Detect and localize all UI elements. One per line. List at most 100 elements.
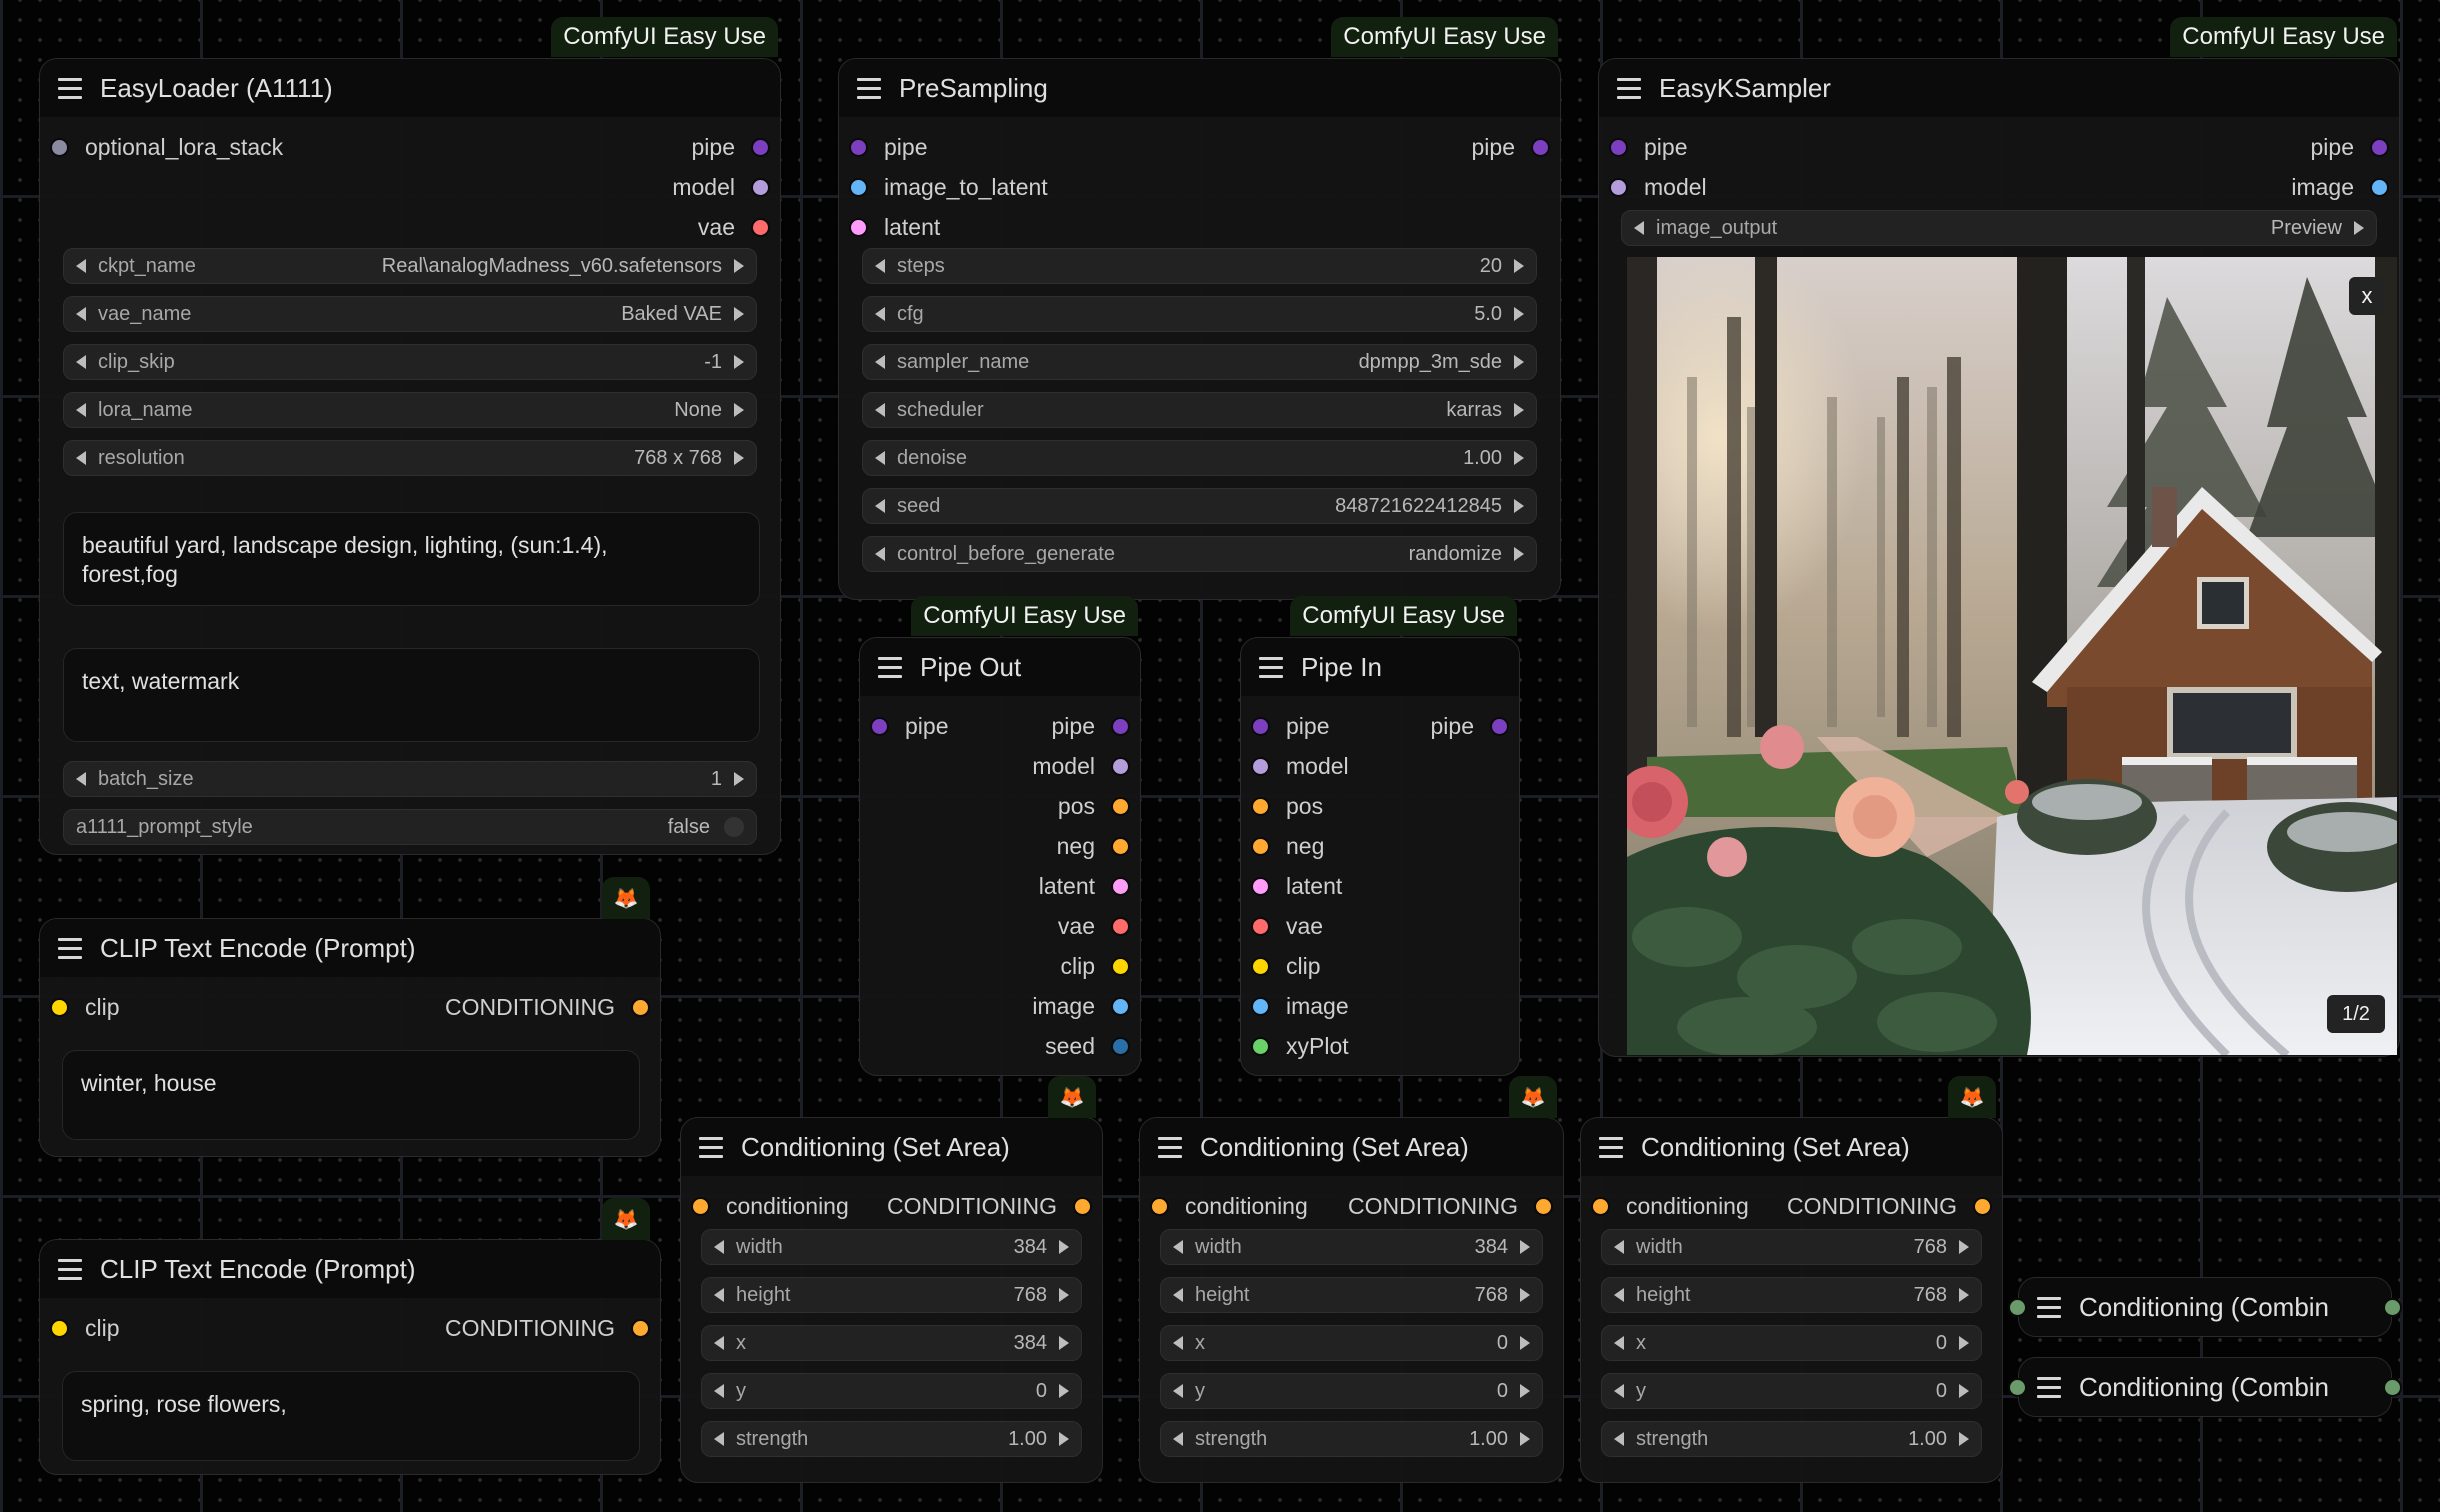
slot-dot-icon[interactable] <box>1253 718 1268 734</box>
pipe-in-node[interactable]: ComfyUI Easy Use Pipe In pipe model pos neg… <box>1240 596 1520 1076</box>
input-slot-optional-lora-stack[interactable]: optional_lora_stack <box>52 127 283 167</box>
increment-arrow-icon[interactable] <box>1514 307 1524 321</box>
input-slot-latent[interactable]: latent <box>1253 866 1342 906</box>
input-slot-xyplot[interactable]: xyPlot <box>1253 1026 1349 1066</box>
widget-lora-name[interactable]: lora_name None <box>63 392 757 428</box>
slot-dot-icon[interactable] <box>52 999 67 1015</box>
increment-arrow-icon[interactable] <box>1514 547 1524 561</box>
output-slot-seed[interactable]: seed <box>1045 1026 1128 1066</box>
increment-arrow-icon[interactable] <box>1959 1432 1969 1446</box>
input-slot-conditioning[interactable]: conditioning <box>693 1186 849 1226</box>
clip-text-encode-node[interactable]: 🦊 CLIP Text Encode (Prompt) clip CONDITI… <box>39 1198 661 1475</box>
input-slot-pos[interactable]: pos <box>1253 786 1323 826</box>
menu-icon[interactable] <box>58 937 82 959</box>
conditioning-combine-node[interactable]: Conditioning (Combin <box>2010 1357 2400 1417</box>
slot-dot-icon[interactable] <box>1492 718 1507 734</box>
widget-height[interactable]: height 768 <box>701 1277 1082 1313</box>
slot-dot-icon[interactable] <box>1253 1038 1268 1054</box>
increment-arrow-icon[interactable] <box>1514 259 1524 273</box>
increment-arrow-icon[interactable] <box>734 307 744 321</box>
decrement-arrow-icon[interactable] <box>1173 1432 1183 1446</box>
decrement-arrow-icon[interactable] <box>875 451 885 465</box>
decrement-arrow-icon[interactable] <box>1614 1336 1624 1350</box>
menu-icon[interactable] <box>699 1136 723 1158</box>
widget-scheduler[interactable]: scheduler karras <box>862 392 1537 428</box>
widget-strength[interactable]: strength 1.00 <box>1160 1421 1543 1457</box>
input-slot-clip[interactable]: clip <box>52 987 120 1027</box>
slot-dot-icon[interactable] <box>1113 758 1128 774</box>
decrement-arrow-icon[interactable] <box>76 259 86 273</box>
decrement-arrow-icon[interactable] <box>76 307 86 321</box>
increment-arrow-icon[interactable] <box>1059 1432 1069 1446</box>
decrement-arrow-icon[interactable] <box>714 1384 724 1398</box>
output-slot-conditioning[interactable]: CONDITIONING <box>445 1308 648 1348</box>
slot-dot-icon[interactable] <box>1253 798 1268 814</box>
node-header[interactable]: Conditioning (Combin <box>2019 1278 2391 1336</box>
input-slot-dot-icon[interactable] <box>2010 1380 2025 1395</box>
slot-dot-icon[interactable] <box>851 179 866 195</box>
conditioning-set-area-node[interactable]: 🦊 Conditioning (Set Area) conditioning COND… <box>1139 1076 1564 1483</box>
output-slot-neg[interactable]: neg <box>1057 826 1128 866</box>
input-slot-model[interactable]: model <box>1253 746 1349 786</box>
widget-width[interactable]: width 768 <box>1601 1229 1982 1265</box>
widget-height[interactable]: height 768 <box>1601 1277 1982 1313</box>
slot-dot-icon[interactable] <box>633 1320 648 1336</box>
pipe-out-node[interactable]: ComfyUI Easy Use Pipe Out pipe pipe model… <box>859 596 1141 1076</box>
output-slot-pipe[interactable]: pipe <box>1472 127 1548 167</box>
increment-arrow-icon[interactable] <box>1514 451 1524 465</box>
slot-dot-icon[interactable] <box>1152 1198 1167 1214</box>
slot-dot-icon[interactable] <box>1253 918 1268 934</box>
widget-resolution[interactable]: resolution 768 x 768 <box>63 440 757 476</box>
increment-arrow-icon[interactable] <box>1059 1384 1069 1398</box>
slot-dot-icon[interactable] <box>753 139 768 155</box>
conditioning-combine-node[interactable]: Conditioning (Combin <box>2010 1277 2400 1337</box>
output-slot-conditioning[interactable]: CONDITIONING <box>445 987 648 1027</box>
slot-dot-icon[interactable] <box>1253 838 1268 854</box>
decrement-arrow-icon[interactable] <box>875 403 885 417</box>
slot-dot-icon[interactable] <box>1113 998 1128 1014</box>
node-header[interactable]: CLIP Text Encode (Prompt) <box>40 1240 660 1298</box>
decrement-arrow-icon[interactable] <box>714 1432 724 1446</box>
slot-dot-icon[interactable] <box>1253 758 1268 774</box>
node-header[interactable]: Pipe In <box>1241 638 1519 696</box>
output-slot-conditioning[interactable]: CONDITIONING <box>1348 1186 1551 1226</box>
decrement-arrow-icon[interactable] <box>1614 1288 1624 1302</box>
slot-dot-icon[interactable] <box>52 1320 67 1336</box>
slot-dot-icon[interactable] <box>1113 958 1128 974</box>
input-slot-clip[interactable]: clip <box>52 1308 120 1348</box>
input-slot-conditioning[interactable]: conditioning <box>1593 1186 1749 1226</box>
output-slot-pipe[interactable]: pipe <box>692 127 768 167</box>
decrement-arrow-icon[interactable] <box>1173 1336 1183 1350</box>
node-header[interactable]: Pipe Out <box>860 638 1140 696</box>
decrement-arrow-icon[interactable] <box>875 547 885 561</box>
slot-dot-icon[interactable] <box>1975 1198 1990 1214</box>
slot-dot-icon[interactable] <box>1253 878 1268 894</box>
slot-dot-icon[interactable] <box>1113 1038 1128 1054</box>
easyksampler-node[interactable]: ComfyUI Easy Use EasyKSampler pipe model… <box>1598 17 2400 1057</box>
decrement-arrow-icon[interactable] <box>76 403 86 417</box>
input-slot-pipe[interactable]: pipe <box>1611 127 1687 167</box>
increment-arrow-icon[interactable] <box>1520 1384 1530 1398</box>
increment-arrow-icon[interactable] <box>734 259 744 273</box>
increment-arrow-icon[interactable] <box>1059 1288 1069 1302</box>
increment-arrow-icon[interactable] <box>734 772 744 786</box>
decrement-arrow-icon[interactable] <box>76 355 86 369</box>
increment-arrow-icon[interactable] <box>1514 403 1524 417</box>
widget-image-output[interactable]: image_output Preview <box>1621 210 2377 246</box>
input-slot-neg[interactable]: neg <box>1253 826 1324 866</box>
conditioning-set-area-node[interactable]: 🦊 Conditioning (Set Area) conditioning COND… <box>1580 1076 2003 1483</box>
input-slot-latent[interactable]: latent <box>851 207 940 247</box>
input-slot-model[interactable]: model <box>1611 167 1707 207</box>
widget-y[interactable]: y0 <box>1160 1373 1543 1409</box>
input-slot-vae[interactable]: vae <box>1253 906 1323 946</box>
decrement-arrow-icon[interactable] <box>875 355 885 369</box>
decrement-arrow-icon[interactable] <box>714 1288 724 1302</box>
menu-icon[interactable] <box>58 77 82 99</box>
slot-dot-icon[interactable] <box>1536 1198 1551 1214</box>
widget-control-before-generate[interactable]: control_before_generate randomize <box>862 536 1537 572</box>
decrement-arrow-icon[interactable] <box>1634 221 1644 235</box>
slot-dot-icon[interactable] <box>1075 1198 1090 1214</box>
node-graph-canvas[interactable]: ComfyUI Easy Use EasyLoader (A1111) opti… <box>0 0 2440 1512</box>
close-preview-button[interactable]: x <box>2349 277 2385 315</box>
menu-icon[interactable] <box>857 77 881 99</box>
